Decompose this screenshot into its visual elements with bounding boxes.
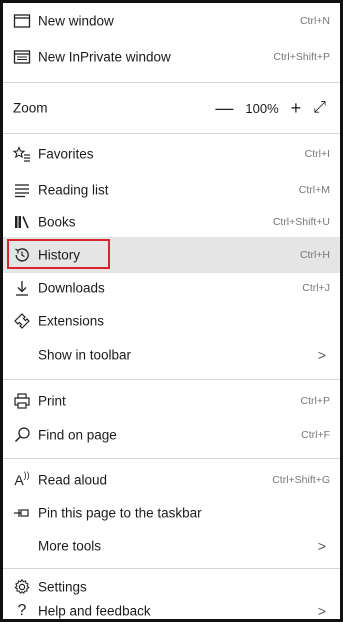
separator (3, 133, 340, 134)
menu-item-favorites[interactable]: Favorites Ctrl+I (3, 136, 340, 172)
chevron-right-icon: > (317, 538, 326, 554)
shortcut-text: Ctrl+P (300, 395, 330, 407)
menu-item-settings[interactable]: Settings (3, 570, 340, 604)
menu-item-label: Help and feedback (38, 603, 151, 619)
shortcut-text: Ctrl+M (298, 184, 330, 196)
menu-item-label: Downloads (38, 280, 105, 296)
menu-item-label: Show in toolbar (38, 347, 132, 363)
read-aloud-icon: A)) (14, 470, 30, 488)
chevron-right-icon: > (317, 347, 326, 363)
shortcut-text: Ctrl+Shift+G (272, 474, 330, 486)
inprivate-icon (13, 48, 31, 66)
menu-item-print[interactable]: Print Ctrl+P (3, 383, 340, 419)
zoom-controls: — 100% + ⤢ (215, 99, 326, 117)
shortcut-text: Ctrl+F (301, 429, 330, 441)
menu-item-label: Extensions (38, 313, 105, 329)
menu-item-label: Print (38, 393, 66, 409)
menu-item-label: Settings (38, 579, 87, 595)
menu-item-find-on-page[interactable]: Find on page Ctrl+F (3, 417, 340, 453)
shortcut-text: Ctrl+N (299, 15, 330, 27)
menu-item-new-inprivate-window[interactable]: New InPrivate window Ctrl+Shift+P (3, 39, 340, 75)
separator (3, 458, 340, 459)
menu-item-label: Books (38, 214, 76, 230)
shortcut-text: Ctrl+Shift+P (273, 51, 330, 63)
menu-item-show-in-toolbar[interactable]: Show in toolbar > (3, 337, 340, 373)
shortcut-text: Ctrl+J (302, 282, 330, 294)
zoom-in-button[interactable]: + (291, 99, 302, 117)
menu-item-history[interactable]: History Ctrl+H (3, 237, 340, 273)
gear-icon (13, 578, 31, 596)
pin-icon (13, 504, 31, 522)
menu-item-label: Pin this page to the taskbar (38, 505, 202, 521)
menu-item-help-and-feedback[interactable]: ? Help and feedback > (3, 600, 340, 622)
zoom-row: Zoom — 100% + ⤢ (3, 89, 340, 127)
help-icon: ? (17, 602, 27, 619)
menu-item-downloads[interactable]: Downloads Ctrl+J (3, 270, 340, 306)
menu-item-books[interactable]: Books Ctrl+Shift+U (3, 204, 340, 240)
separator (3, 379, 340, 380)
zoom-label: Zoom (13, 100, 48, 116)
menu-item-label: Find on page (38, 427, 117, 443)
menu-item-label: Reading list (38, 182, 109, 198)
favorites-icon (13, 145, 31, 163)
extensions-icon (13, 312, 31, 330)
downloads-icon (13, 279, 31, 297)
menu-item-label: Read aloud (38, 472, 108, 488)
zoom-out-button[interactable]: — (215, 99, 233, 117)
search-icon (13, 426, 31, 444)
menu-item-label: New window (38, 13, 114, 29)
menu-item-label: History (38, 247, 81, 263)
new-window-icon (13, 12, 31, 30)
shortcut-text: Ctrl+I (304, 148, 330, 160)
zoom-level: 100% (245, 100, 279, 116)
menu-item-new-window[interactable]: New window Ctrl+N (3, 3, 340, 39)
menu-item-label: New InPrivate window (38, 49, 171, 65)
menu-item-read-aloud[interactable]: A)) Read aloud Ctrl+Shift+G (3, 462, 340, 498)
menu-item-reading-list[interactable]: Reading list Ctrl+M (3, 172, 340, 208)
separator (3, 568, 340, 569)
browser-menu: New window Ctrl+N New InPrivate window C… (0, 0, 343, 622)
menu-item-pin-to-taskbar[interactable]: Pin this page to the taskbar (3, 495, 340, 531)
separator (3, 82, 340, 83)
reading-list-icon (13, 181, 31, 199)
fullscreen-button[interactable]: ⤢ (313, 99, 326, 117)
menu-item-more-tools[interactable]: More tools > (3, 528, 340, 564)
shortcut-text: Ctrl+Shift+U (272, 216, 330, 228)
menu-item-label: More tools (38, 538, 102, 554)
menu-item-extensions[interactable]: Extensions (3, 303, 340, 339)
chevron-right-icon: > (317, 603, 326, 619)
history-icon (13, 246, 31, 264)
books-icon (13, 213, 31, 231)
print-icon (13, 392, 31, 410)
shortcut-text: Ctrl+H (299, 249, 330, 261)
menu-item-label: Favorites (38, 146, 94, 162)
